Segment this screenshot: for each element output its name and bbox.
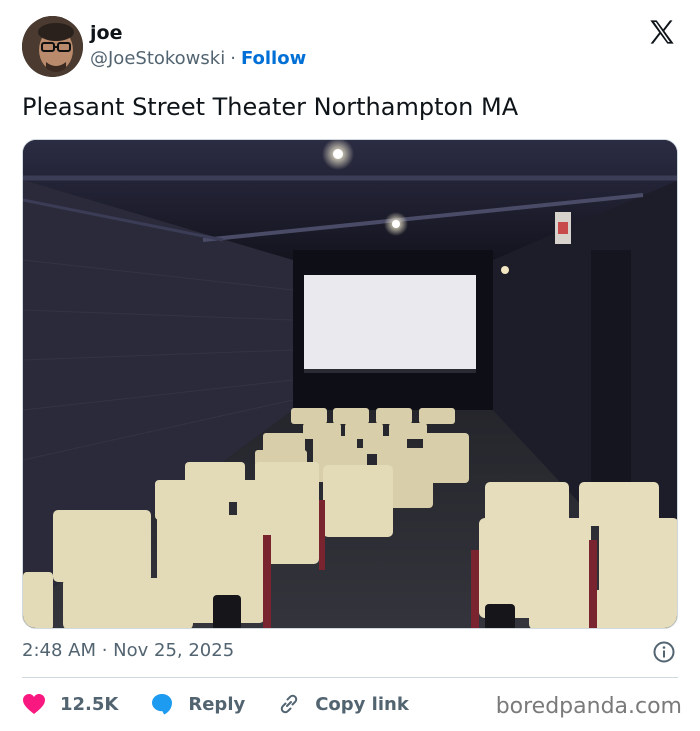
reply-button[interactable]: Reply	[150, 692, 245, 716]
author-handle-row: @JoeStokowski · Follow	[90, 48, 306, 69]
tweet-timestamp[interactable]: 2:48 AM · Nov 25, 2025	[22, 640, 234, 661]
tweet-text: Pleasant Street Theater Northampton MA	[22, 93, 519, 121]
like-button[interactable]: 12.5K	[22, 693, 118, 715]
copy-link-button[interactable]: Copy link	[277, 692, 409, 716]
x-logo-icon[interactable]	[648, 18, 676, 46]
author-name[interactable]: joe	[90, 22, 122, 44]
tweet-photo[interactable]	[22, 139, 678, 629]
info-icon[interactable]	[652, 640, 676, 664]
heart-icon	[23, 694, 45, 714]
link-icon	[281, 694, 298, 714]
follow-button[interactable]: Follow	[241, 48, 306, 69]
action-bar: 12.5K Reply Copy link	[22, 690, 441, 718]
reply-bubble-icon	[152, 694, 173, 715]
avatar-image	[22, 16, 83, 77]
separator-dot: ·	[230, 48, 236, 69]
author-handle[interactable]: @JoeStokowski	[90, 48, 225, 69]
copy-link-label: Copy link	[315, 693, 409, 715]
watermark: boredpanda.com	[495, 694, 682, 719]
reply-label: Reply	[188, 693, 246, 715]
avatar[interactable]	[22, 16, 83, 77]
divider	[22, 677, 678, 678]
like-count: 12.5K	[60, 693, 119, 715]
theater-photo	[23, 140, 677, 628]
